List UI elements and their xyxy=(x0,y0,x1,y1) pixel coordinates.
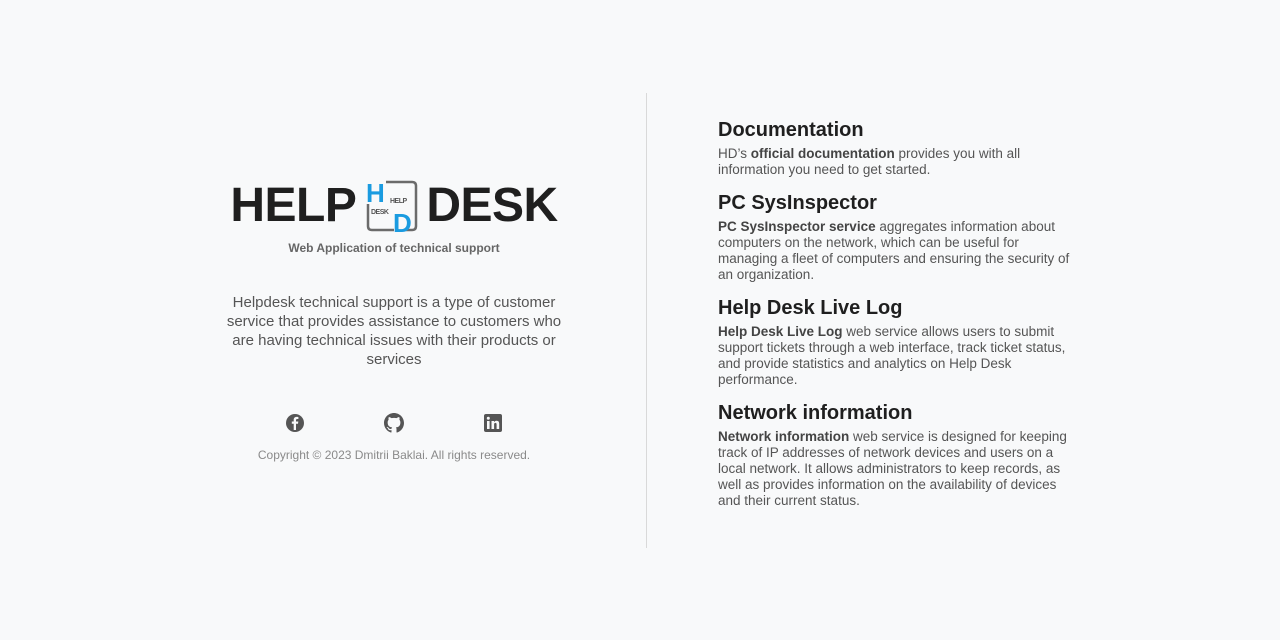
section-help-desk-live-log: Help Desk Live Log Help Desk Live Log we… xyxy=(718,295,1078,388)
section-title[interactable]: Network information xyxy=(718,400,1078,426)
section-description: Network information web service is desig… xyxy=(718,429,1078,509)
section-network-information: Network information Network information … xyxy=(718,400,1078,509)
social-links xyxy=(285,413,503,433)
logo-word-desk: DESK xyxy=(426,179,558,232)
section-title[interactable]: Help Desk Live Log xyxy=(718,295,1078,321)
logo-small-help: HELP xyxy=(390,198,408,205)
section-documentation: Documentation HD’s official documentatio… xyxy=(718,117,1078,178)
section-description: PC SysInspector service aggregates infor… xyxy=(718,219,1078,283)
page: HELP H D HELP DESK DESK Web Application … xyxy=(0,0,1280,640)
intro-text: Helpdesk technical support is a type of … xyxy=(226,294,562,368)
logo-word-help: HELP xyxy=(230,179,357,232)
description-bold: PC SysInspector service xyxy=(718,219,876,234)
services-list: Documentation HD’s official documentatio… xyxy=(718,117,1078,521)
divider xyxy=(646,93,647,548)
tagline: Web Application of technical support xyxy=(288,241,500,255)
logo-letter-d: D xyxy=(393,208,411,234)
section-title[interactable]: PC SysInspector xyxy=(718,190,1078,216)
copyright: Copyright © 2023 Dmitrii Baklai. All rig… xyxy=(257,448,531,462)
brand-panel: HELP H D HELP DESK DESK Web Application … xyxy=(0,0,646,640)
description-bold: Network information xyxy=(718,429,850,444)
logo-mark-icon: H D HELP DESK xyxy=(364,178,420,234)
github-icon[interactable] xyxy=(384,413,404,433)
section-description: HD’s official documentation provides you… xyxy=(718,146,1078,178)
section-description: Help Desk Live Log web service allows us… xyxy=(718,324,1078,388)
logo-letter-h: H xyxy=(366,178,384,208)
section-title[interactable]: Documentation xyxy=(718,117,1078,143)
section-pc-sysinspector: PC SysInspector PC SysInspector service … xyxy=(718,190,1078,283)
logo-small-desk: DESK xyxy=(371,209,389,216)
description-bold: Help Desk Live Log xyxy=(718,324,843,339)
description-bold: official documentation xyxy=(750,146,895,161)
description-lead: HD’s xyxy=(718,146,751,161)
facebook-icon[interactable] xyxy=(285,413,305,433)
logo: HELP H D HELP DESK DESK xyxy=(0,176,788,236)
linkedin-icon[interactable] xyxy=(483,413,503,433)
